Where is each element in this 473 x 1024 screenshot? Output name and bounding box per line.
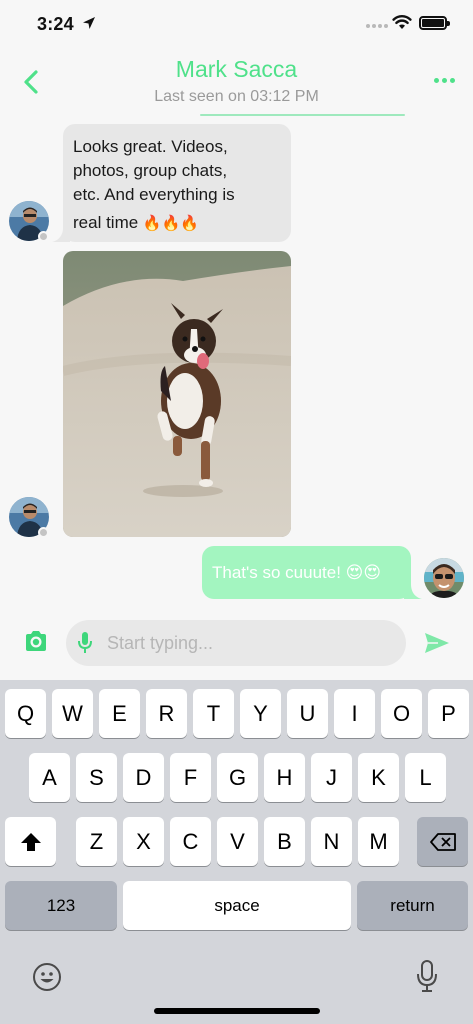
key-c[interactable]: C: [170, 817, 211, 866]
message-text-line: etc. And everything is: [73, 185, 235, 204]
bubble-tail: [52, 228, 70, 242]
key-g[interactable]: G: [217, 753, 258, 802]
fire-emoji: 🔥🔥🔥: [142, 215, 199, 232]
key-t[interactable]: T: [193, 689, 234, 738]
location-arrow-icon: [83, 17, 95, 29]
last-seen-status: Last seen on 03:12 PM: [154, 88, 319, 105]
key-n[interactable]: N: [311, 817, 352, 866]
key-h[interactable]: H: [264, 753, 305, 802]
input-placeholder: Start typing...: [107, 633, 214, 653]
dog-photo: [63, 251, 291, 537]
message-input[interactable]: Start typing...: [66, 620, 406, 666]
key-o[interactable]: O: [381, 689, 422, 738]
battery-icon: [419, 16, 450, 30]
key-m[interactable]: M: [358, 817, 399, 866]
status-bar: 3:24: [0, 0, 473, 50]
incoming-photo-message[interactable]: [63, 251, 291, 537]
shift-key[interactable]: [5, 817, 56, 866]
key-i[interactable]: I: [334, 689, 375, 738]
key-x[interactable]: X: [123, 817, 164, 866]
camera-icon[interactable]: [24, 630, 48, 652]
message-text: real time: [73, 213, 139, 232]
chat-header: Mark Sacca Last seen on 03:12 PM: [0, 50, 473, 112]
key-l[interactable]: L: [405, 753, 446, 802]
key-z[interactable]: Z: [76, 817, 117, 866]
presence-indicator: [38, 527, 49, 538]
shift-icon: [20, 833, 41, 851]
message-text-line: real time 🔥🔥🔥: [73, 211, 281, 236]
key-w[interactable]: W: [52, 689, 93, 738]
keyboard: Q W E R T Y U I O P A S D F G H J K L Z …: [0, 680, 473, 1024]
wifi-icon: [392, 15, 412, 29]
send-icon[interactable]: [424, 632, 450, 654]
previous-message-edge: [200, 114, 405, 116]
key-e[interactable]: E: [99, 689, 140, 738]
incoming-message-bubble[interactable]: Looks great. Videos, photos, group chats…: [63, 124, 291, 242]
key-b[interactable]: B: [264, 817, 305, 866]
message-text-line: photos, group chats,: [73, 161, 228, 180]
key-k[interactable]: K: [358, 753, 399, 802]
key-a[interactable]: A: [29, 753, 70, 802]
message-text-line: Looks great. Videos,: [73, 137, 228, 156]
key-s[interactable]: S: [76, 753, 117, 802]
status-time: 3:24: [37, 14, 74, 34]
emoji-icon[interactable]: [32, 962, 62, 992]
outgoing-message-bubble[interactable]: That's so cuuute! 😍😍: [202, 546, 411, 599]
backspace-icon: [429, 833, 456, 851]
microphone-icon[interactable]: [78, 632, 92, 654]
key-f[interactable]: F: [170, 753, 211, 802]
key-r[interactable]: R: [146, 689, 187, 738]
numbers-key[interactable]: 123: [5, 881, 117, 930]
dictation-microphone-icon[interactable]: [416, 960, 438, 994]
key-y[interactable]: Y: [240, 689, 281, 738]
key-p[interactable]: P: [428, 689, 469, 738]
space-key[interactable]: space: [123, 881, 351, 930]
presence-indicator: [38, 231, 49, 242]
key-j[interactable]: J: [311, 753, 352, 802]
bubble-tail: [404, 584, 422, 599]
key-d[interactable]: D: [123, 753, 164, 802]
key-u[interactable]: U: [287, 689, 328, 738]
return-key[interactable]: return: [357, 881, 468, 930]
my-avatar[interactable]: [424, 558, 464, 598]
key-v[interactable]: V: [217, 817, 258, 866]
contact-name[interactable]: Mark Sacca: [0, 56, 473, 83]
more-options-icon[interactable]: [434, 78, 456, 86]
home-indicator[interactable]: [154, 1008, 320, 1014]
message-text: That's so cuuute! 😍😍: [212, 563, 382, 582]
key-q[interactable]: Q: [5, 689, 46, 738]
cellular-signal-icon: [366, 24, 388, 28]
backspace-key[interactable]: [417, 817, 468, 866]
